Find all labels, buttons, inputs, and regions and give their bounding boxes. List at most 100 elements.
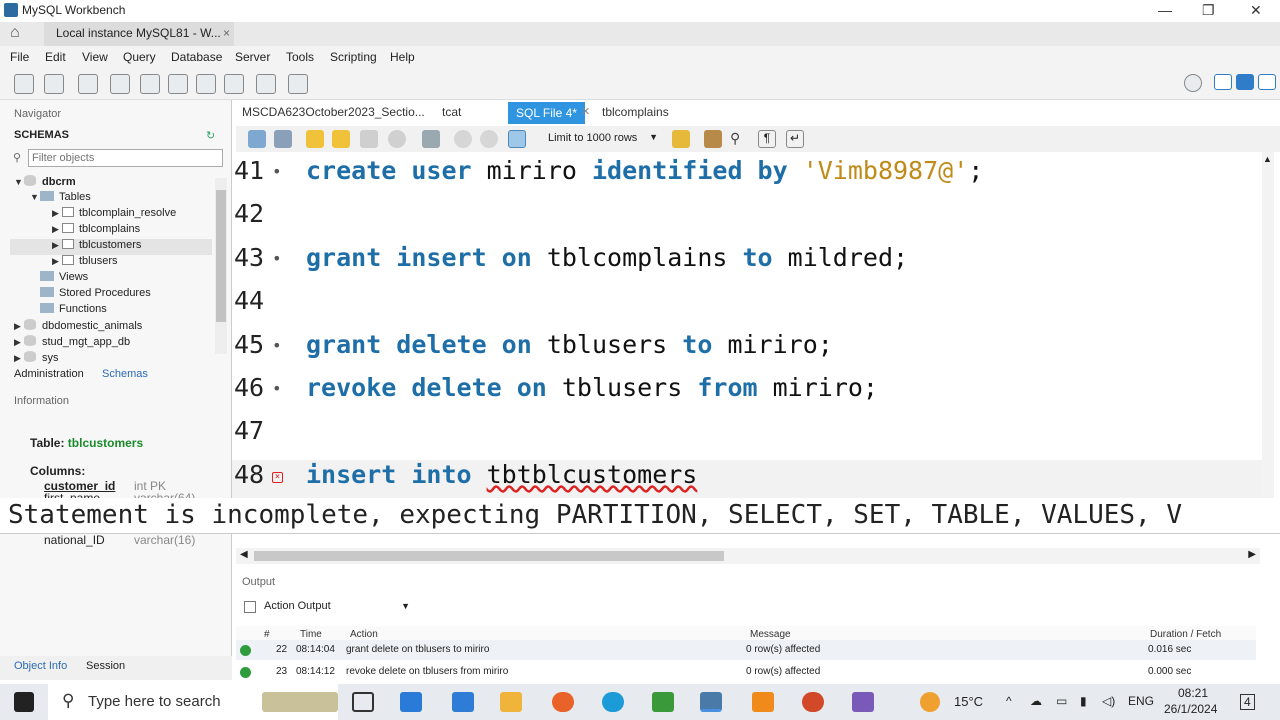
windows-start-icon[interactable] [14,692,34,712]
mysql-workbench-taskbar-icon[interactable] [700,692,722,712]
menu-query[interactable]: Query [123,50,156,64]
reconnect-icon[interactable] [288,74,308,94]
menu-server[interactable]: Server [235,50,270,64]
scroll-left-icon[interactable]: ◀ [240,549,248,560]
minimize-button[interactable]: — [1158,2,1172,18]
toggle-secondary-sidebar-icon[interactable] [1258,74,1276,90]
tab-sql-file-4[interactable]: SQL File 4* [508,102,585,124]
weather-icon[interactable] [920,692,940,712]
mail-icon[interactable] [452,692,474,712]
close-tab-icon[interactable]: ✕ [581,105,590,118]
sql-editor[interactable]: 41 • create user miriro identified by 'Vim… [232,152,1262,500]
firefox-icon[interactable] [552,692,574,712]
create-schema-icon[interactable] [110,74,130,94]
close-button[interactable]: ✕ [1250,2,1262,19]
create-table-icon[interactable] [140,74,160,94]
tree-table-tblcomplain-resolve[interactable]: ▶ tblcomplain_resolve [52,207,176,223]
network-icon[interactable]: ☁ [1030,694,1042,708]
invisible-chars-icon[interactable]: ¶ [758,130,776,148]
tab-schemas[interactable]: Schemas [102,368,148,380]
powerpoint-icon[interactable] [802,692,824,712]
create-procedure-icon[interactable] [196,74,216,94]
commit-icon[interactable] [454,130,472,148]
menu-view[interactable]: View [82,50,108,64]
clock-time[interactable]: 08:21 [1178,686,1208,700]
settings-gear-icon[interactable] [1184,74,1202,92]
execute-statement-icon[interactable] [332,130,350,148]
save-icon[interactable] [274,130,292,148]
volume-icon[interactable]: ◁) [1102,694,1115,708]
inspector-icon[interactable] [78,74,98,94]
menu-edit[interactable]: Edit [45,50,66,64]
tree-tables[interactable]: ▼ Tables [30,191,91,207]
code-line[interactable]: 48 × insert into tbtblcustomers [232,459,1262,500]
search-table-data-icon[interactable] [256,74,276,94]
battery-icon[interactable]: ▭ [1056,694,1067,708]
word-wrap-icon[interactable]: ↵ [786,130,804,148]
tree-db-sys[interactable]: ▶ sys [14,351,59,367]
syntax-error-icon[interactable]: × [272,471,283,483]
vlc-icon[interactable] [752,692,774,712]
output-mode-select[interactable]: Action Output ▼ [264,600,414,616]
create-view-icon[interactable] [168,74,188,94]
tray-chevron-up-icon[interactable]: ^ [1006,694,1012,708]
tab-object-info[interactable]: Object Info [14,660,67,672]
filter-objects-input[interactable] [28,149,223,167]
tab-session[interactable]: Session [86,660,125,672]
add-snippet-icon[interactable] [672,130,690,148]
code-line[interactable]: 42 [232,199,1262,239]
table-row[interactable]: 22 08:14:04 grant delete on tblusers to … [236,640,1256,660]
menu-scripting[interactable]: Scripting [330,50,377,64]
rollback-icon[interactable] [480,130,498,148]
scroll-right-icon[interactable]: ▶ [1248,549,1256,560]
scrollbar-thumb[interactable] [216,190,226,322]
explain-icon[interactable] [360,130,378,148]
tree-views[interactable]: Views [40,271,88,287]
tree-db-stud-mgt-app-db[interactable]: ▶ stud_mgt_app_db [14,335,130,351]
open-sql-script-icon[interactable] [44,74,64,94]
code-line[interactable]: 43 • grant insert on tblcomplains to mildr… [232,243,1262,283]
scrollbar-thumb[interactable] [254,551,724,561]
toggle-output-icon[interactable] [1236,74,1254,90]
code-line[interactable]: 41 • create user miriro identified by 'Vim… [232,156,1262,196]
microphone-icon[interactable]: ▮ [1080,694,1087,708]
execute-icon[interactable] [306,130,324,148]
toggle-query-icon[interactable] [422,130,440,148]
code-line[interactable]: 45 • grant delete on tblusers to miriro; [232,330,1262,370]
photos-icon[interactable] [852,692,874,712]
tree-stored-procedures[interactable]: Stored Procedures [40,287,151,303]
tab-administration[interactable]: Administration [14,368,84,380]
code-line[interactable]: 47 [232,416,1262,456]
close-tab-icon[interactable]: × [223,26,230,40]
refresh-icon[interactable]: ↻ [206,129,215,142]
edge-icon[interactable] [602,692,624,712]
app-icon[interactable] [652,692,674,712]
new-sql-tab-icon[interactable] [14,74,34,94]
menu-file[interactable]: File [10,50,29,64]
tree-table-tblcustomers[interactable]: ▶ tblcustomers [10,239,212,255]
editor-vertical-scrollbar[interactable]: ▲ [1262,152,1274,500]
code-line[interactable]: 46 • revoke delete on tblusers from miriro… [232,373,1262,413]
tree-db-dbdomestic-animals[interactable]: ▶ dbdomestic_animals [14,319,142,335]
tree-table-tblcomplains[interactable]: ▶ tblcomplains [52,223,140,239]
editor-horizontal-scrollbar[interactable]: ◀ ▶ [236,548,1260,564]
file-explorer-icon[interactable] [500,692,522,712]
tree-table-tblusers[interactable]: ▶ tblusers [52,255,118,271]
menu-help[interactable]: Help [390,50,415,64]
table-row[interactable]: 23 08:14:12 revoke delete on tblusers fr… [236,662,1256,682]
create-function-icon[interactable] [224,74,244,94]
connection-tab[interactable]: Local instance MySQL81 - W... × [44,22,234,46]
menu-tools[interactable]: Tools [286,50,314,64]
beautify-icon[interactable] [704,130,722,148]
language-indicator[interactable]: ENG [1128,694,1154,708]
home-icon[interactable]: ⌂ [10,24,20,42]
tab-mscda-script[interactable]: MSCDA623October2023_Sectio... [242,105,425,119]
open-file-icon[interactable] [248,130,266,148]
find-icon[interactable]: ⚲ [730,130,748,148]
autocommit-icon[interactable] [508,130,526,148]
code-line[interactable]: 44 [232,286,1262,326]
tree-functions[interactable]: Functions [40,303,107,319]
tab-tblcomplains[interactable]: tblcomplains [602,105,669,119]
maximize-button[interactable]: ❐ [1202,2,1215,19]
tree-db-dbcrm[interactable]: ▼ dbcrm [14,175,76,191]
